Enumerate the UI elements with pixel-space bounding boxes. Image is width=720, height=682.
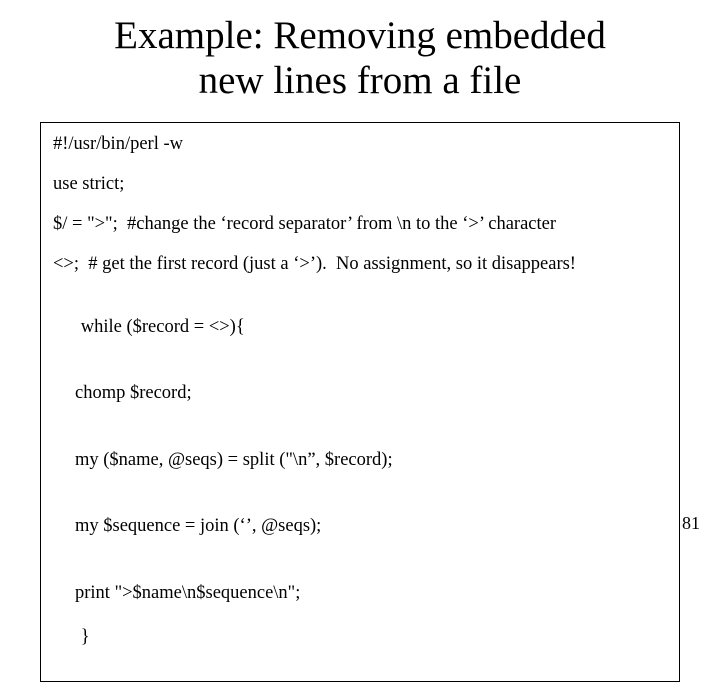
page-number: 81 xyxy=(682,513,700,534)
code-body-join: my $sequence = join (‘’, @seqs); xyxy=(53,515,667,537)
code-while-close: } xyxy=(81,627,90,647)
code-while-block: while ($record = <>){ chomp $record; my … xyxy=(53,293,667,670)
code-while-open: while ($record = <>){ xyxy=(81,317,245,337)
slide: Example: Removing embedded new lines fro… xyxy=(0,0,720,540)
code-separator: $/ = ">"; #change the ‘record separator’… xyxy=(53,213,667,235)
title-line-2: new lines from a file xyxy=(199,59,522,102)
code-use-strict: use strict; xyxy=(53,173,667,195)
code-body-split: my ($name, @seqs) = split ("\n”, $record… xyxy=(53,449,667,471)
code-body-print: print ">$name\n$sequence\n"; xyxy=(53,582,667,604)
code-shebang: #!/usr/bin/perl -w xyxy=(53,133,667,155)
code-first-record: <>; # get the first record (just a ‘>’).… xyxy=(53,253,667,275)
code-box: #!/usr/bin/perl -w use strict; $/ = ">";… xyxy=(40,122,680,682)
slide-title: Example: Removing embedded new lines fro… xyxy=(40,14,680,104)
title-line-1: Example: Removing embedded xyxy=(114,14,606,57)
code-body-chomp: chomp $record; xyxy=(53,382,667,404)
